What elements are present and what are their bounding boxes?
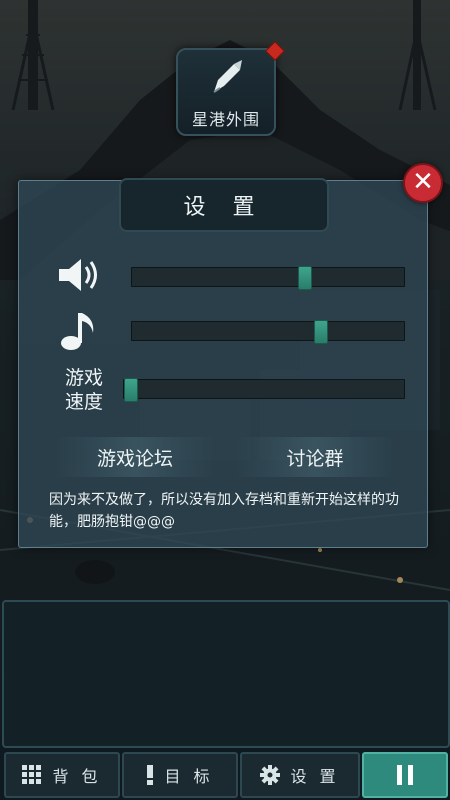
gear-icon: [260, 765, 281, 785]
settings-panel: 设 置 游戏 速度 游戏论坛 讨论群 因为来不及做了，所以没有加入存档和重新开始…: [18, 178, 428, 548]
speed-label: 游戏 速度: [64, 367, 103, 413]
message-panel: [2, 600, 450, 748]
developer-note: 因为来不及做了，所以没有加入存档和重新开始这样的功能，肥肠抱钳@@@: [49, 492, 399, 530]
forum-button[interactable]: 游戏论坛: [55, 437, 215, 477]
music-slider[interactable]: [131, 320, 405, 344]
settings-tab-label: 设 置: [290, 767, 340, 786]
bottom-bar: 背 包 目 标 设 置: [0, 748, 450, 800]
speaker-icon: [59, 259, 97, 291]
settings-title: 设 置: [119, 178, 329, 232]
pen-icon: [213, 60, 242, 93]
exclamation-icon: [146, 765, 154, 785]
pause-icon: [397, 765, 402, 785]
backpack-button[interactable]: 背 包: [4, 752, 120, 798]
location-badge[interactable]: 星港外围: [176, 41, 285, 136]
pause-icon-bar: [408, 765, 413, 785]
location-name: 星港外围: [191, 110, 260, 129]
grid-icon: [22, 765, 42, 785]
speed-slider-knob[interactable]: [124, 378, 138, 402]
close-button[interactable]: ✕: [403, 163, 443, 203]
speed-slider[interactable]: [123, 378, 405, 402]
goal-label: 目 标: [164, 767, 214, 786]
discussion-group-button[interactable]: 讨论群: [235, 437, 395, 477]
backpack-label: 背 包: [52, 767, 102, 786]
music-note-icon: [61, 313, 94, 350]
pause-button[interactable]: [362, 752, 448, 798]
volume-slider[interactable]: [131, 266, 405, 290]
goal-button[interactable]: 目 标: [122, 752, 238, 798]
volume-slider-knob[interactable]: [298, 266, 312, 290]
music-slider-knob[interactable]: [314, 320, 328, 344]
settings-button[interactable]: 设 置: [240, 752, 360, 798]
